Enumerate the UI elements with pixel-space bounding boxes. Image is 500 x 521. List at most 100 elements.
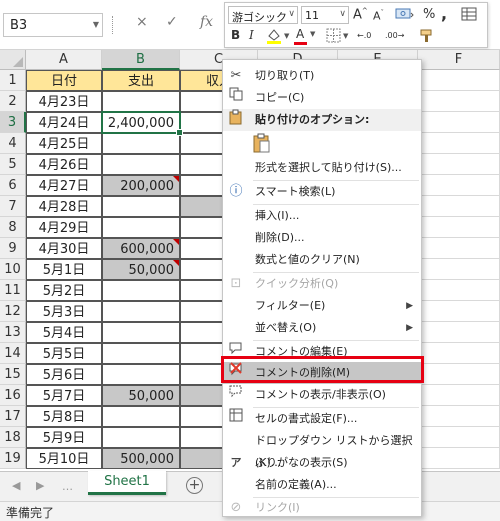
menu-item-pick-from-list[interactable]: ドロップダウン リストから選択(K)... xyxy=(223,430,421,469)
table-cell[interactable]: 5月5日 xyxy=(26,343,102,364)
table-cell[interactable] xyxy=(418,322,500,343)
row-header-7[interactable]: 7 xyxy=(0,196,26,217)
cell-header-date[interactable]: 日付 xyxy=(26,70,102,91)
row-header-14[interactable]: 14 xyxy=(0,343,26,364)
menu-item-insert[interactable]: 挿入(I)... xyxy=(223,205,421,227)
table-cell[interactable] xyxy=(418,133,500,154)
menu-item-link[interactable]: ⊘ リンク(I) xyxy=(223,497,421,516)
table-cell[interactable] xyxy=(418,91,500,112)
table-cell[interactable]: 4月24日 xyxy=(26,112,102,133)
table-cell[interactable] xyxy=(102,91,180,112)
menu-item-define-name[interactable]: 名前の定義(A)... xyxy=(223,474,421,496)
table-cell[interactable]: 50,000 xyxy=(102,259,180,280)
table-cell[interactable]: 2,400,000 xyxy=(102,112,180,133)
table-cell[interactable]: 4月26日 xyxy=(26,154,102,175)
number-format-icon[interactable] xyxy=(393,7,417,26)
more-tabs-icon[interactable]: … xyxy=(62,480,73,493)
menu-item-filter[interactable]: フィルター(E) ▶ xyxy=(223,295,421,317)
table-cell[interactable] xyxy=(418,112,500,133)
font-size-select[interactable]: 11 ∨ xyxy=(301,6,349,24)
table-cell[interactable]: 5月4日 xyxy=(26,322,102,343)
cancel-icon[interactable]: × xyxy=(136,14,148,30)
row-header-13[interactable]: 13 xyxy=(0,322,26,343)
menu-item-quick-analysis[interactable]: ⊡ クイック分析(Q) xyxy=(223,273,421,295)
row-header-16[interactable]: 16 xyxy=(0,385,26,406)
table-cell[interactable] xyxy=(418,448,500,469)
bold-icon[interactable]: B xyxy=(231,28,240,42)
font-name-select[interactable]: 游ゴシック ∨ xyxy=(228,6,298,24)
table-cell[interactable]: 5月7日 xyxy=(26,385,102,406)
row-header-9[interactable]: 9 xyxy=(0,238,26,259)
menu-item-delete[interactable]: 削除(D)... xyxy=(223,227,421,249)
comma-style-icon[interactable]: , xyxy=(441,4,447,23)
row-header-10[interactable]: 10 xyxy=(0,259,26,280)
table-cell[interactable]: 500,000 xyxy=(102,448,180,469)
cell-header-expense[interactable]: 支出 xyxy=(102,70,180,91)
table-cell[interactable] xyxy=(418,406,500,427)
table-cell[interactable]: 200,000 xyxy=(102,175,180,196)
table-cell[interactable] xyxy=(418,259,500,280)
table-cell[interactable]: 4月28日 xyxy=(26,196,102,217)
table-cell[interactable] xyxy=(102,406,180,427)
row-header-4[interactable]: 4 xyxy=(0,133,26,154)
decrease-decimal-icon[interactable]: .00→ xyxy=(385,31,404,40)
row-header-18[interactable]: 18 xyxy=(0,427,26,448)
table-cell[interactable]: 5月10日 xyxy=(26,448,102,469)
row-header-12[interactable]: 12 xyxy=(0,301,26,322)
table-cell[interactable] xyxy=(418,70,500,91)
row-header-15[interactable]: 15 xyxy=(0,364,26,385)
table-cell[interactable] xyxy=(102,196,180,217)
table-cell[interactable]: 5月2日 xyxy=(26,280,102,301)
format-painter-icon[interactable] xyxy=(419,28,435,47)
menu-item-show-phonetic[interactable]: ア ふりがなの表示(S) xyxy=(223,452,421,474)
menu-item-edit-comment[interactable]: コメントの編集(E) xyxy=(223,341,421,363)
table-cell[interactable] xyxy=(418,385,500,406)
table-cell[interactable] xyxy=(418,427,500,448)
menu-item-copy[interactable]: コピー(C) xyxy=(223,87,421,109)
row-header-1[interactable]: 1 xyxy=(0,70,26,91)
insert-function-icon[interactable]: fx xyxy=(200,14,213,30)
scroll-tabs-left-icon[interactable]: ◀ xyxy=(12,479,20,492)
table-cell[interactable]: 4月25日 xyxy=(26,133,102,154)
add-sheet-button[interactable]: + xyxy=(186,477,203,494)
table-cell[interactable] xyxy=(418,280,500,301)
table-cell[interactable]: 50,000 xyxy=(102,385,180,406)
table-cell[interactable] xyxy=(102,301,180,322)
table-cell[interactable]: 4月29日 xyxy=(26,217,102,238)
select-all-button[interactable] xyxy=(0,50,26,70)
table-cell[interactable] xyxy=(418,175,500,196)
scroll-tabs-right-icon[interactable]: ▶ xyxy=(36,479,44,492)
row-header-5[interactable]: 5 xyxy=(0,154,26,175)
table-cell[interactable] xyxy=(418,217,500,238)
shrink-font-icon[interactable]: Aˇ xyxy=(373,9,384,23)
row-header-3[interactable]: 3 xyxy=(0,112,26,133)
row-header-19[interactable]: 19 xyxy=(0,448,26,469)
menu-item-clear-contents[interactable]: 数式と値のクリア(N) xyxy=(223,249,421,271)
chevron-down-icon[interactable]: ▼ xyxy=(93,20,99,29)
table-cell[interactable] xyxy=(418,154,500,175)
grow-font-icon[interactable]: A^ xyxy=(353,7,368,22)
table-cell[interactable] xyxy=(102,154,180,175)
italic-icon[interactable]: I xyxy=(249,28,254,42)
table-cell[interactable]: 5月1日 xyxy=(26,259,102,280)
menu-item-smart-lookup[interactable]: ⓘ スマート検索(L) xyxy=(223,181,421,203)
borders-icon[interactable]: ▼ xyxy=(325,27,351,48)
table-cell[interactable] xyxy=(102,133,180,154)
menu-item-delete-comment[interactable]: コメントの削除(M) xyxy=(223,362,421,384)
menu-item-paste-special[interactable]: 形式を選択して貼り付け(S)... xyxy=(223,157,421,179)
paste-button[interactable] xyxy=(223,131,421,155)
table-cell[interactable] xyxy=(418,301,500,322)
table-cell[interactable] xyxy=(102,343,180,364)
table-cell[interactable] xyxy=(102,280,180,301)
row-header-11[interactable]: 11 xyxy=(0,280,26,301)
menu-item-format-cells[interactable]: セルの書式設定(F)... xyxy=(223,408,421,430)
table-cell[interactable]: 5月9日 xyxy=(26,427,102,448)
table-cell[interactable]: 600,000 xyxy=(102,238,180,259)
table-cell[interactable] xyxy=(418,364,500,385)
tab-sheet1[interactable]: Sheet1 xyxy=(88,471,166,495)
table-cell[interactable]: 5月6日 xyxy=(26,364,102,385)
table-cell[interactable] xyxy=(102,427,180,448)
table-cell[interactable] xyxy=(102,322,180,343)
table-cell[interactable]: 4月27日 xyxy=(26,175,102,196)
fill-color-icon[interactable]: ▼ xyxy=(265,27,291,48)
